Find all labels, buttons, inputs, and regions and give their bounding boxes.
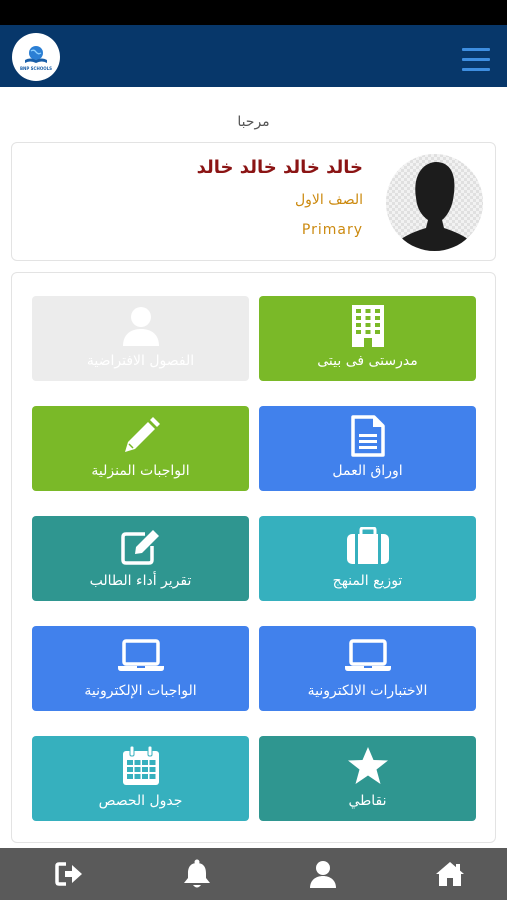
logout-icon[interactable] xyxy=(54,859,84,889)
student-name: خالد خالد خالد خالد xyxy=(196,157,363,178)
app-screen: BNP SCHOOLS مرحبا خالد خالد خالد خالد ال… xyxy=(0,0,507,900)
tile-label: الواجبات المنزلية xyxy=(91,463,190,479)
edit-icon xyxy=(32,525,249,567)
tile-label: الفصول الافتراضية xyxy=(86,353,195,369)
student-stage: Primary xyxy=(301,222,363,238)
tile-label: الواجبات الإلكترونية xyxy=(84,683,197,699)
tile-label: نقاطي xyxy=(348,793,387,809)
user-icon xyxy=(32,305,249,347)
tile-homework[interactable]: الواجبات المنزلية xyxy=(32,406,249,491)
status-bar xyxy=(0,0,507,25)
tile-label: توزيع المنهج xyxy=(332,573,403,589)
briefcase-icon xyxy=(259,525,476,567)
tile-electronic-homework[interactable]: الواجبات الإلكترونية xyxy=(32,626,249,711)
tile-class-schedule[interactable]: جدول الحصص xyxy=(32,736,249,821)
home-icon[interactable] xyxy=(435,859,465,889)
hamburger-menu-icon[interactable] xyxy=(462,47,490,73)
tile-my-points[interactable]: نقاطي xyxy=(259,736,476,821)
building-icon xyxy=(259,305,476,347)
tile-student-performance-report[interactable]: تقرير أداء الطالب xyxy=(32,516,249,601)
school-logo[interactable]: BNP SCHOOLS xyxy=(12,33,60,81)
tile-label: تقرير أداء الطالب xyxy=(89,573,192,589)
services-panel: مدرستى فى بيتى الفصول الافتراضية اوراق ا… xyxy=(11,272,496,843)
greeting-text: مرحبا xyxy=(237,114,270,130)
star-icon xyxy=(259,745,476,787)
logo-text: BNP SCHOOLS xyxy=(19,65,53,71)
student-grade: الصف الاول xyxy=(294,192,363,208)
top-app-bar: BNP SCHOOLS xyxy=(0,25,507,87)
bell-icon[interactable] xyxy=(182,859,212,889)
tile-label: مدرستى فى بيتى xyxy=(317,353,418,369)
tile-my-school-at-home[interactable]: مدرستى فى بيتى xyxy=(259,296,476,381)
tile-electronic-exams[interactable]: الاختبارات الالكترونية xyxy=(259,626,476,711)
user-silhouette-icon xyxy=(386,154,483,251)
tile-label: الاختبارات الالكترونية xyxy=(307,683,428,699)
tile-label: جدول الحصص xyxy=(98,793,183,809)
bottom-navigation-bar xyxy=(0,848,507,900)
calendar-icon xyxy=(32,745,249,787)
document-icon xyxy=(259,415,476,457)
tile-label: اوراق العمل xyxy=(332,463,403,479)
tile-worksheets[interactable]: اوراق العمل xyxy=(259,406,476,491)
pencil-icon xyxy=(32,415,249,457)
tile-virtual-classes[interactable]: الفصول الافتراضية xyxy=(32,296,249,381)
laptop-icon xyxy=(259,635,476,677)
student-profile-card: خالد خالد خالد خالد الصف الاول Primary xyxy=(11,142,496,261)
tile-curriculum-distribution[interactable]: توزيع المنهج xyxy=(259,516,476,601)
laptop-icon xyxy=(32,635,249,677)
logo-globe-icon xyxy=(25,45,47,63)
profile-icon[interactable] xyxy=(308,859,338,889)
